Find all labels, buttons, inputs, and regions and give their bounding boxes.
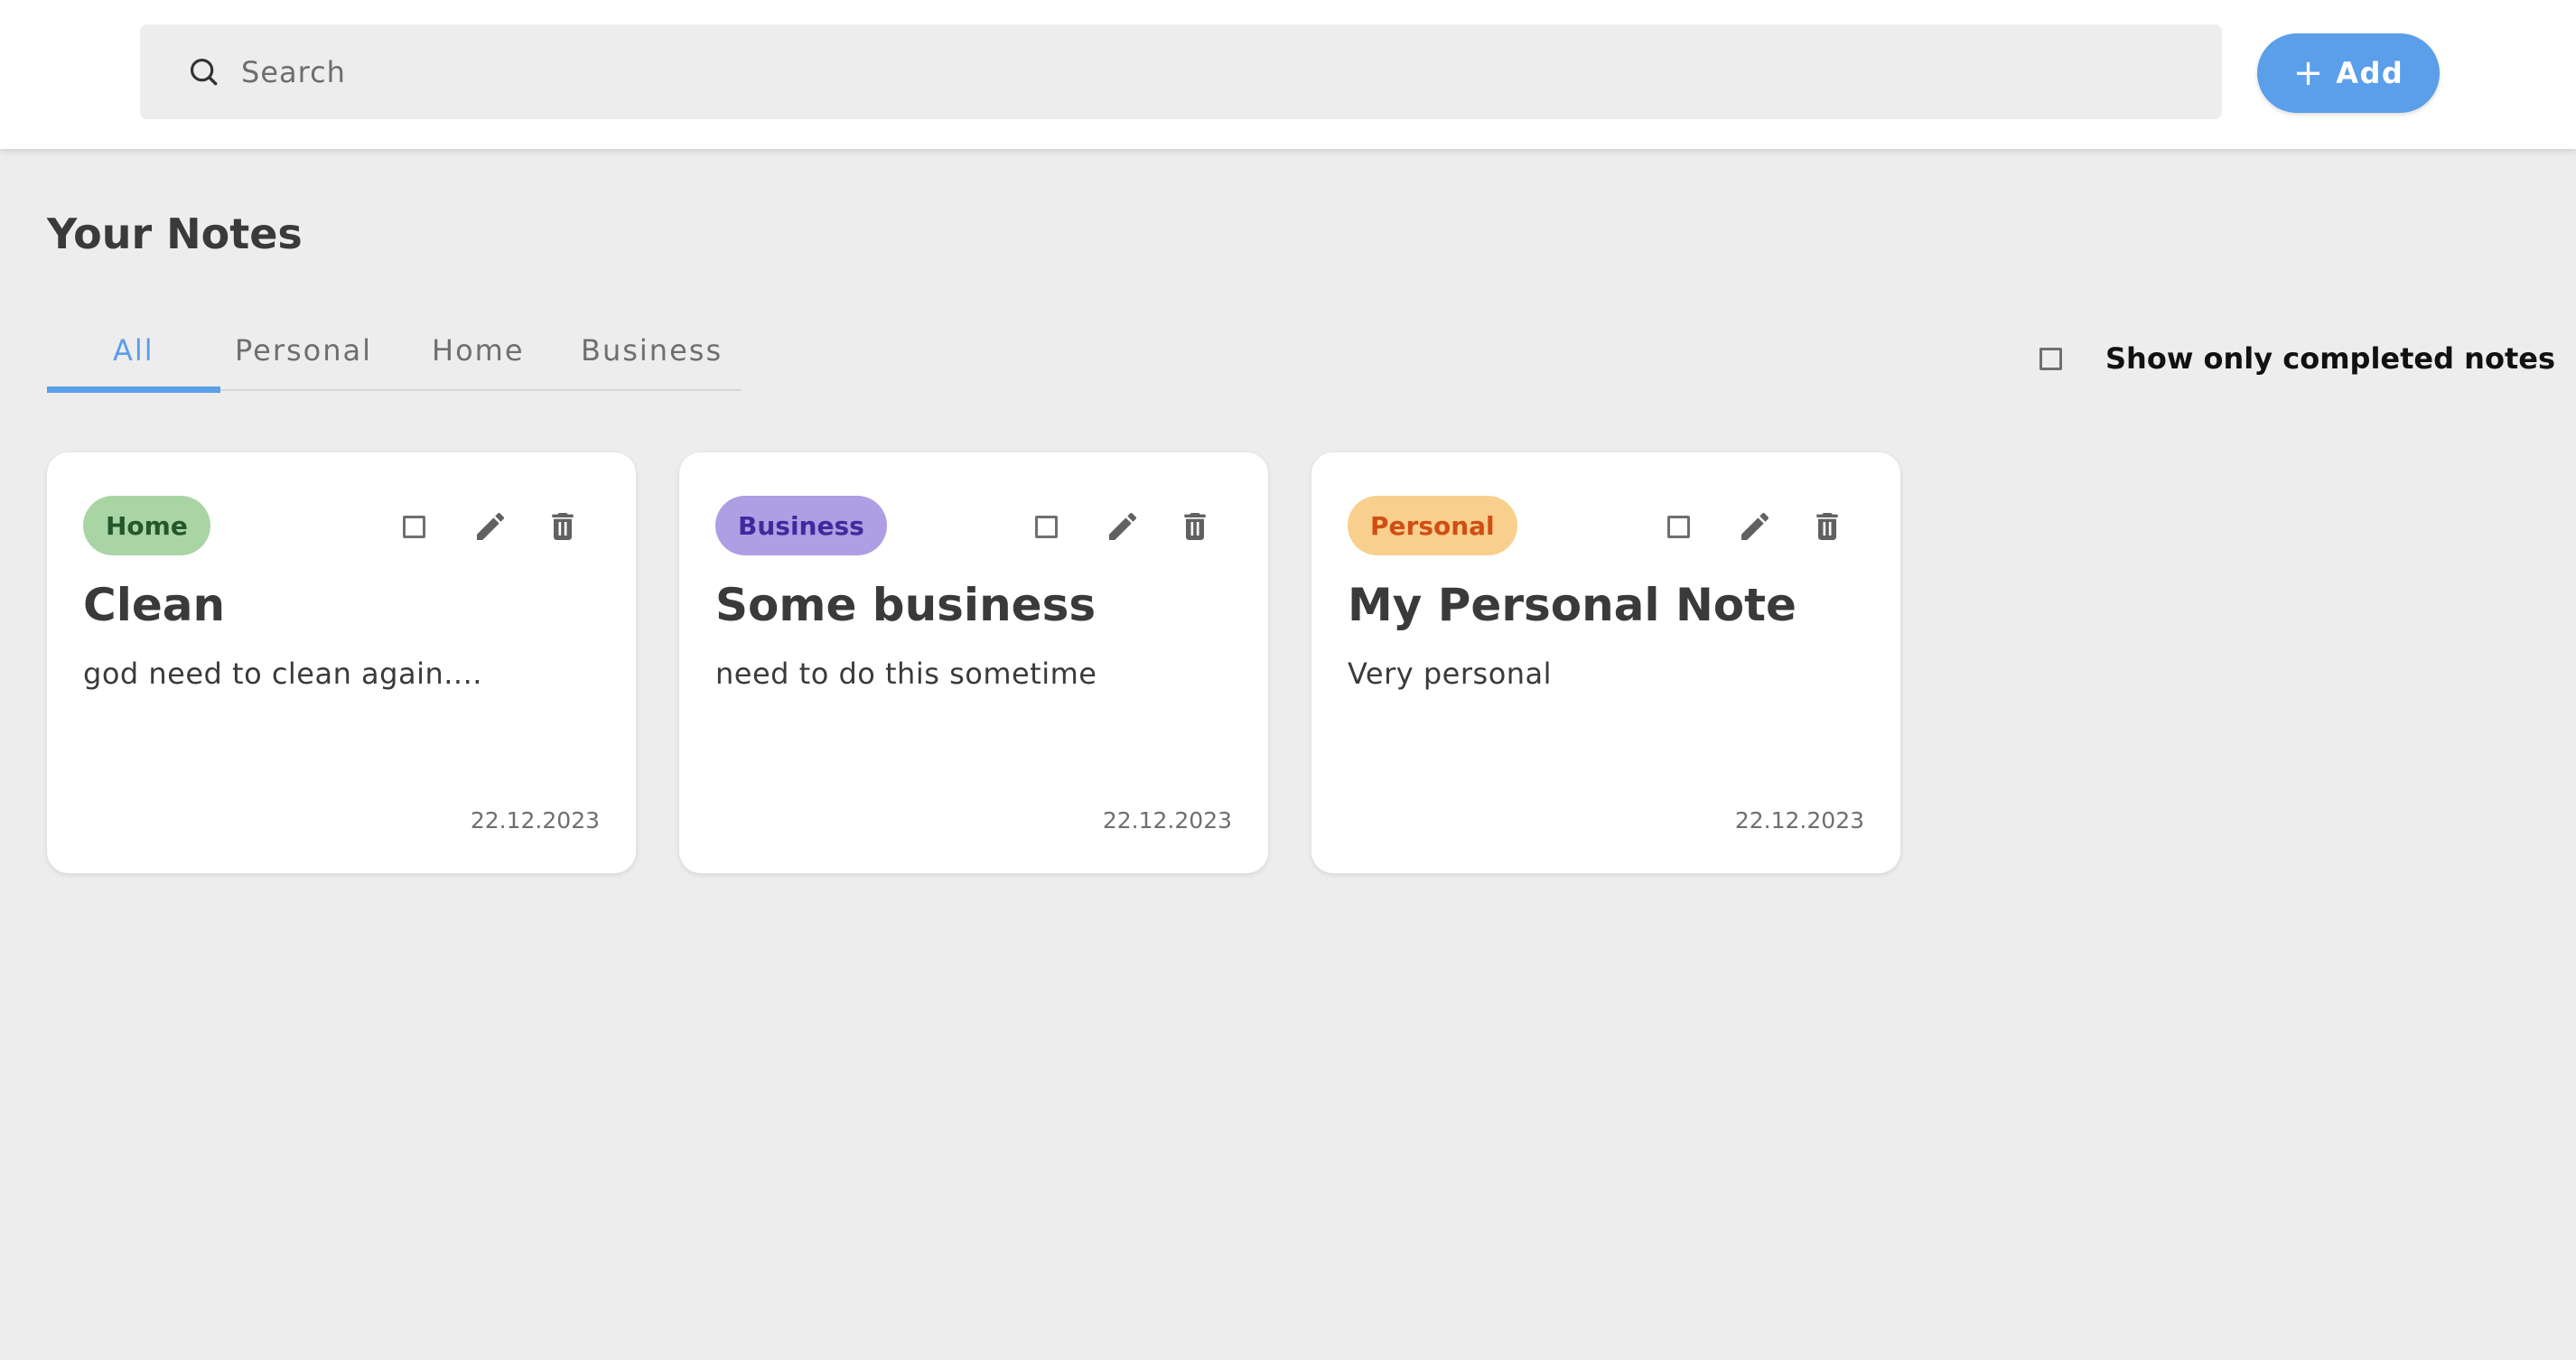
top-bar: + Add [0,0,2576,149]
pencil-icon[interactable] [472,508,509,545]
note-actions [1667,508,1845,545]
tab-home[interactable]: Home [432,333,525,368]
note-title: Clean [83,579,226,631]
add-note-button[interactable]: + Add [2257,33,2440,113]
note-card: Personal My Personal Note Very personal … [1311,452,1900,873]
note-date: 22.12.2023 [1102,807,1232,834]
trash-icon[interactable] [1177,508,1213,545]
note-body: Very personal [1348,657,1553,691]
note-date: 22.12.2023 [1734,807,1864,834]
note-card: Business Some business need to do this s… [679,452,1268,873]
completed-filter-label: Show only completed notes [2105,341,2555,376]
note-title: My Personal Note [1348,579,1797,631]
plus-icon: + [2292,52,2324,94]
note-title: Some business [715,579,1097,631]
category-tag: Personal [1348,496,1517,555]
completed-filter: Show only completed notes [2039,341,2555,376]
complete-checkbox[interactable] [403,515,425,538]
note-body: god need to clean again.... [83,657,482,691]
category-tabs: All Personal Home Business [47,321,741,393]
tab-personal[interactable]: Personal [235,333,372,368]
add-button-label: Add [2336,56,2404,90]
note-date: 22.12.2023 [470,807,600,834]
complete-checkbox[interactable] [1667,515,1690,538]
pencil-icon[interactable] [1737,508,1773,545]
note-body: need to do this sometime [715,657,1097,691]
search-input[interactable] [239,53,2140,90]
page-title: Your Notes [47,210,303,258]
search-bar[interactable] [140,24,2222,119]
category-tag: Home [83,496,210,555]
trash-icon[interactable] [545,508,581,545]
tab-all[interactable]: All [113,333,154,368]
complete-checkbox[interactable] [1035,515,1058,538]
completed-filter-checkbox[interactable] [2039,347,2062,370]
active-tab-indicator [47,387,220,393]
pencil-icon[interactable] [1105,508,1141,545]
trash-icon[interactable] [1809,508,1845,545]
search-icon [190,58,218,85]
tab-business[interactable]: Business [581,333,723,368]
category-tag: Business [715,496,887,555]
note-actions [403,508,581,545]
note-actions [1035,508,1213,545]
note-card: Home Clean god need to clean again.... 2… [47,452,636,873]
